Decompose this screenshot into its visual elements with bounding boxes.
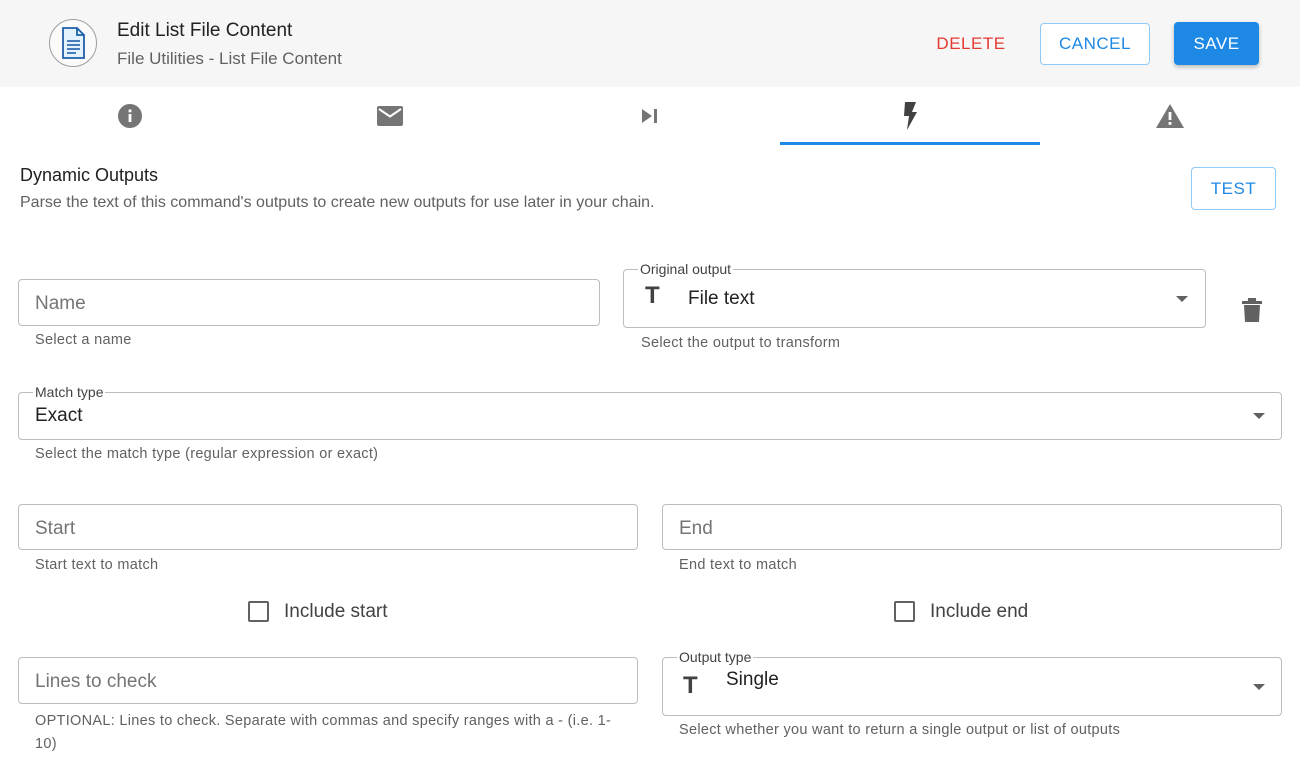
match-type-helper: Select the match type (regular expressio… [35, 446, 379, 462]
lines-helper: OPTIONAL: Lines to check. Separate with … [35, 713, 612, 752]
test-button[interactable]: TEST [1191, 167, 1276, 210]
mail-icon [377, 106, 403, 126]
match-type-value: Exact [35, 405, 83, 426]
match-type-select[interactable]: Exact [18, 392, 1282, 440]
output-type-helper: Select whether you want to return a sing… [679, 722, 1121, 738]
match-type-legend: Match type [33, 384, 106, 400]
output-type-legend: Output type [677, 649, 754, 665]
flash-icon [904, 102, 917, 130]
document-icon [49, 19, 97, 67]
output-type-value: Single [726, 669, 779, 690]
section-description: Parse the text of this command's outputs… [20, 194, 655, 211]
output-type-select[interactable]: T Single [662, 657, 1282, 716]
save-button[interactable]: SAVE [1174, 22, 1259, 65]
include-end-checkbox[interactable] [894, 601, 915, 622]
original-output-helper: Select the output to transform [641, 335, 841, 351]
end-placeholder: End [679, 518, 713, 539]
include-end-label: Include end [930, 601, 1029, 622]
chevron-down-icon [1176, 296, 1188, 302]
chevron-down-icon [1253, 413, 1265, 419]
dialog-subtitle: File Utilities - List File Content [117, 49, 342, 68]
name-input[interactable]: Name [18, 279, 600, 326]
chevron-down-icon [1253, 684, 1265, 690]
original-output-value: File text [688, 288, 755, 309]
name-helper: Select a name [35, 332, 132, 348]
end-input[interactable]: End [662, 504, 1282, 550]
section-title: Dynamic Outputs [20, 165, 159, 185]
text-type-icon: T [645, 282, 660, 309]
tab-bar [0, 87, 1300, 145]
dialog-title: Edit List File Content [117, 20, 293, 41]
tab-next[interactable] [520, 87, 780, 145]
warning-icon [1156, 104, 1184, 128]
cancel-button[interactable]: CANCEL [1040, 23, 1150, 65]
include-start-checkbox[interactable] [248, 601, 269, 622]
active-tab-indicator [780, 142, 1040, 145]
info-icon [118, 104, 142, 128]
start-input[interactable]: Start [18, 504, 638, 550]
tab-info[interactable] [0, 87, 260, 145]
original-output-select[interactable]: T File text [623, 269, 1206, 328]
name-placeholder: Name [35, 293, 86, 314]
lines-to-check-input[interactable]: Lines to check [18, 657, 638, 704]
tab-mail[interactable] [260, 87, 520, 145]
trash-icon[interactable] [1242, 298, 1264, 324]
end-helper: End text to match [679, 557, 797, 573]
tab-dynamic-outputs[interactable] [780, 87, 1040, 145]
include-start-label: Include start [284, 601, 388, 622]
start-helper: Start text to match [35, 557, 159, 573]
start-placeholder: Start [35, 518, 76, 539]
lines-placeholder: Lines to check [35, 671, 157, 692]
skip-next-icon [642, 109, 657, 123]
dialog-header: Edit List File Content File Utilities - … [0, 0, 1300, 87]
delete-button[interactable]: DELETE [925, 23, 1017, 65]
original-output-legend: Original output [638, 261, 734, 277]
tab-warning[interactable] [1040, 87, 1300, 145]
text-type-icon: T [683, 672, 698, 699]
